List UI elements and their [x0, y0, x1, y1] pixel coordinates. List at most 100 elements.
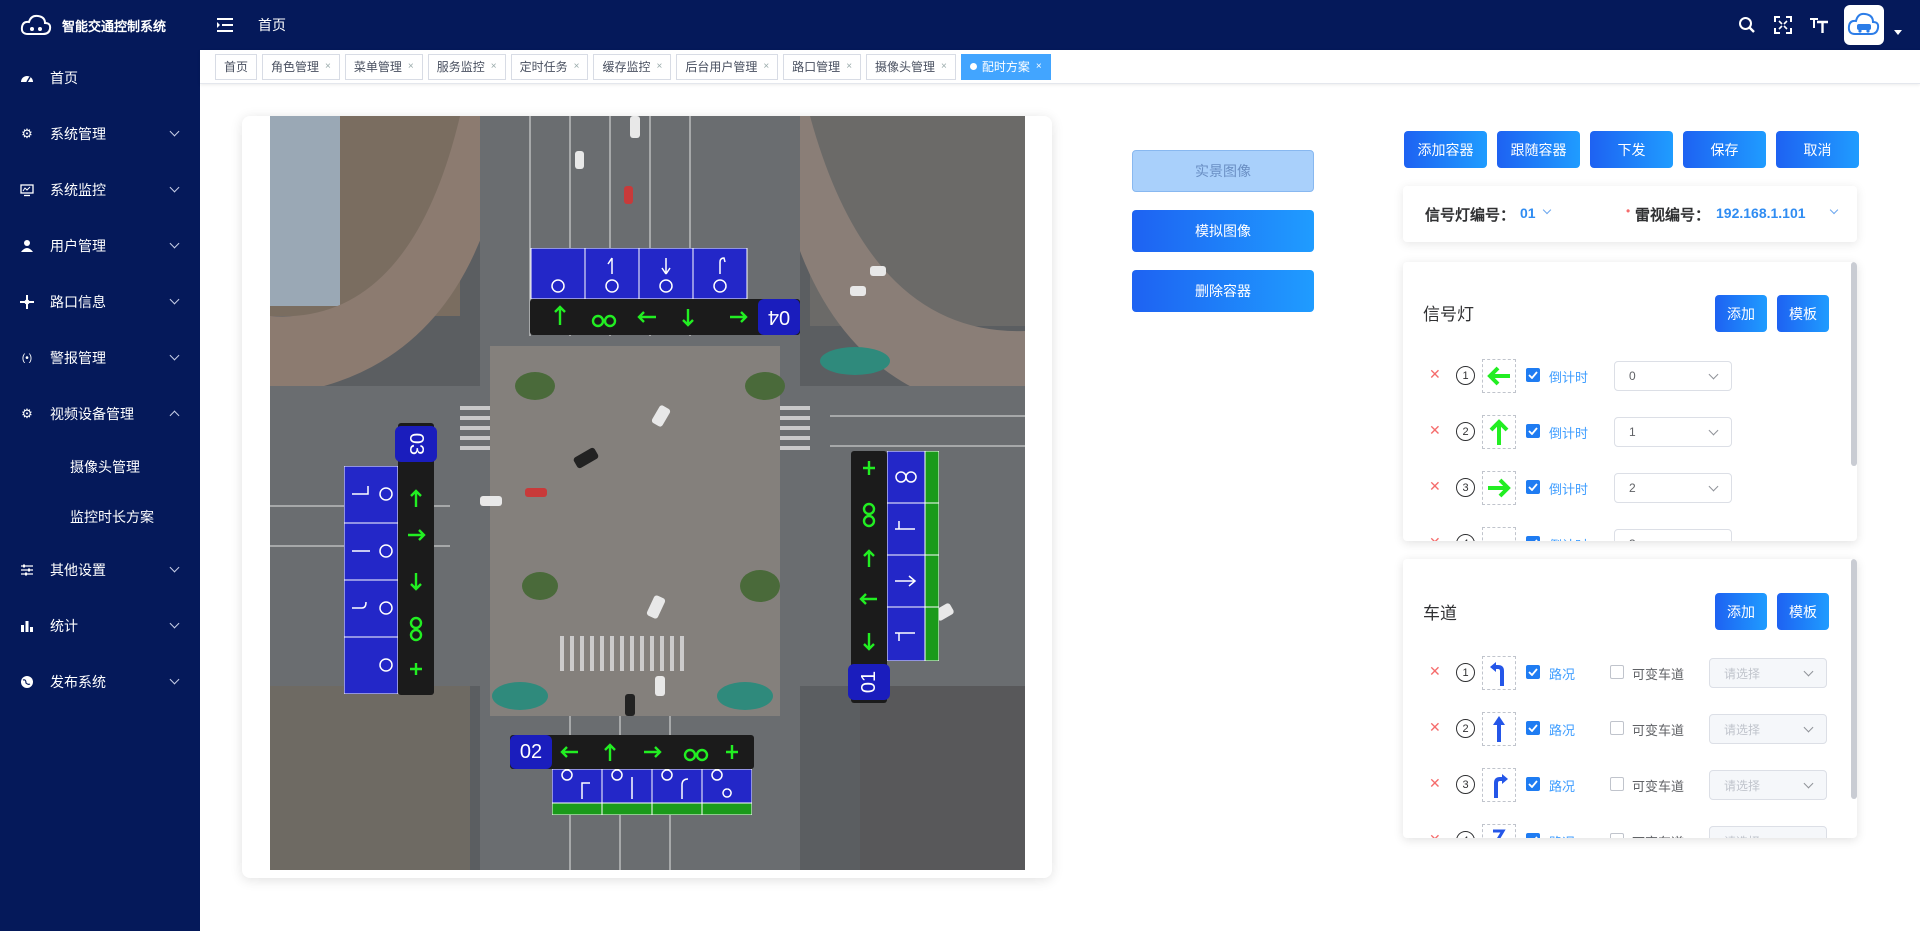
sidebar-item-system[interactable]: ⚙ 系统管理 [0, 106, 200, 162]
variable-lane-select[interactable]: 请选择 [1709, 826, 1827, 838]
cancel-button[interactable]: 取消 [1776, 131, 1859, 168]
tag-home[interactable]: 首页 [215, 53, 258, 80]
signal-group-02[interactable] [551, 768, 753, 816]
arrow-up-icon[interactable] [1482, 415, 1516, 449]
signal-bar-01[interactable]: 01 [848, 451, 890, 703]
breadcrumb[interactable]: 首页 [258, 15, 286, 35]
signal-group-04[interactable] [529, 247, 753, 300]
tag-timing-plan[interactable]: 配时方案 × [960, 53, 1051, 80]
countdown-checkbox[interactable] [1526, 480, 1540, 494]
sidebar-item-stats[interactable]: 统计 [0, 598, 200, 654]
sidebar-subitem-camera[interactable]: 摄像头管理 [0, 442, 200, 492]
sidebar-item-crossroad[interactable]: 路口信息 [0, 274, 200, 330]
tag-camera[interactable]: 摄像头管理 × [866, 53, 956, 80]
traffic-checkbox[interactable] [1526, 721, 1540, 735]
fullscreen-icon[interactable] [1772, 14, 1794, 36]
delete-icon[interactable]: ✕ [1429, 366, 1441, 383]
signal-bar-02[interactable]: 02 [510, 735, 754, 769]
sidebar-item-video[interactable]: ⚙ 视频设备管理 [0, 386, 200, 442]
close-icon[interactable]: × [408, 61, 414, 72]
sidebar-item-home[interactable]: 首页 [0, 50, 200, 106]
right-turn-arrow-icon[interactable] [1482, 768, 1516, 802]
signal-template-button[interactable]: 模板 [1777, 295, 1829, 332]
signal-number-value[interactable]: 01 [1520, 205, 1536, 221]
straight-arrow-icon[interactable] [1482, 712, 1516, 746]
tag-menu[interactable]: 菜单管理 × [344, 53, 423, 80]
font-size-icon[interactable] [1808, 14, 1830, 36]
close-icon[interactable]: × [491, 61, 497, 72]
traffic-checkbox[interactable] [1526, 777, 1540, 791]
chevron-down-icon[interactable] [1542, 205, 1552, 215]
scrollbar[interactable] [1851, 559, 1857, 799]
sidebar-item-monitor[interactable]: 系统监控 [0, 162, 200, 218]
tag-crossroad[interactable]: 路口管理 × [783, 53, 862, 80]
tag-cache[interactable]: 缓存监控 × [593, 53, 672, 80]
variable-lane-select[interactable]: 请选择 [1709, 770, 1827, 800]
app-logo[interactable]: 智能交通控制系统 [0, 0, 200, 50]
countdown-checkbox[interactable] [1526, 536, 1540, 541]
close-icon[interactable]: × [846, 61, 852, 72]
bicycle-icon[interactable] [1482, 527, 1516, 541]
menu-toggle-icon[interactable] [200, 0, 250, 50]
tag-admin-user[interactable]: 后台用户管理 × [676, 53, 779, 80]
variable-lane-checkbox[interactable] [1610, 721, 1624, 735]
countdown-select[interactable]: 0 [1614, 361, 1732, 391]
real-image-button[interactable]: 实景图像 [1132, 150, 1314, 192]
left-turn-arrow-icon[interactable] [1482, 656, 1516, 690]
delete-icon[interactable]: ✕ [1429, 534, 1441, 541]
delete-icon[interactable]: ✕ [1429, 663, 1441, 680]
close-icon[interactable]: × [656, 61, 662, 72]
lane-add-button[interactable]: 添加 [1715, 593, 1767, 630]
delete-icon[interactable]: ✕ [1429, 775, 1441, 792]
follow-container-button[interactable]: 跟随容器 [1497, 131, 1580, 168]
arrow-left-icon[interactable] [1482, 359, 1516, 393]
sidebar-item-users[interactable]: 用户管理 [0, 218, 200, 274]
caret-down-icon[interactable] [1894, 29, 1902, 35]
countdown-select[interactable]: 1 [1614, 417, 1732, 447]
delete-icon[interactable]: ✕ [1429, 422, 1441, 439]
variable-lane-select[interactable]: 请选择 [1709, 714, 1827, 744]
close-icon[interactable]: × [1036, 61, 1042, 72]
countdown-checkbox[interactable] [1526, 368, 1540, 382]
tag-job[interactable]: 定时任务 × [510, 53, 589, 80]
traffic-checkbox[interactable] [1526, 833, 1540, 838]
close-icon[interactable]: × [325, 61, 331, 72]
save-button[interactable]: 保存 [1683, 131, 1766, 168]
variable-lane-checkbox[interactable] [1610, 665, 1624, 679]
signal-group-03[interactable] [343, 465, 399, 695]
sidebar-item-alarm[interactable]: (•) 警报管理 [0, 330, 200, 386]
tag-role[interactable]: 角色管理 × [262, 53, 340, 80]
traffic-checkbox[interactable] [1526, 665, 1540, 679]
add-container-button[interactable]: 添加容器 [1404, 131, 1487, 168]
signal-group-01[interactable] [886, 450, 940, 662]
sidebar-subitem-duration[interactable]: 监控时长方案 [0, 492, 200, 542]
signal-bar-03[interactable]: 03 [395, 423, 437, 695]
delete-icon[interactable]: ✕ [1429, 719, 1441, 736]
signal-add-button[interactable]: 添加 [1715, 295, 1767, 332]
sidebar-item-publish[interactable]: 发布系统 [0, 654, 200, 710]
scrollbar[interactable] [1851, 262, 1857, 466]
close-icon[interactable]: × [574, 61, 580, 72]
chevron-down-icon[interactable] [1829, 205, 1839, 215]
dispatch-button[interactable]: 下发 [1590, 131, 1673, 168]
arrow-right-icon[interactable] [1482, 471, 1516, 505]
countdown-select[interactable]: 3 [1614, 529, 1732, 541]
variable-lane-checkbox[interactable] [1610, 833, 1624, 838]
signal-bar-04[interactable]: 04 [530, 299, 800, 335]
radar-number-value[interactable]: 192.168.1.101 [1716, 205, 1806, 221]
delete-icon[interactable]: ✕ [1429, 831, 1441, 838]
close-icon[interactable]: × [941, 61, 947, 72]
countdown-select[interactable]: 2 [1614, 473, 1732, 503]
delete-icon[interactable]: ✕ [1429, 478, 1441, 495]
lane-template-button[interactable]: 模板 [1777, 593, 1829, 630]
search-icon[interactable] [1736, 14, 1758, 36]
sim-image-button[interactable]: 模拟图像 [1132, 210, 1314, 252]
close-icon[interactable]: × [763, 61, 769, 72]
countdown-checkbox[interactable] [1526, 424, 1540, 438]
variable-lane-select[interactable]: 请选择 [1709, 658, 1827, 688]
variable-lane-checkbox[interactable] [1610, 777, 1624, 791]
sidebar-item-other-settings[interactable]: 其他设置 [0, 542, 200, 598]
delete-container-button[interactable]: 删除容器 [1132, 270, 1314, 312]
avatar[interactable] [1844, 5, 1884, 45]
bicycle-lane-icon[interactable] [1482, 824, 1516, 838]
